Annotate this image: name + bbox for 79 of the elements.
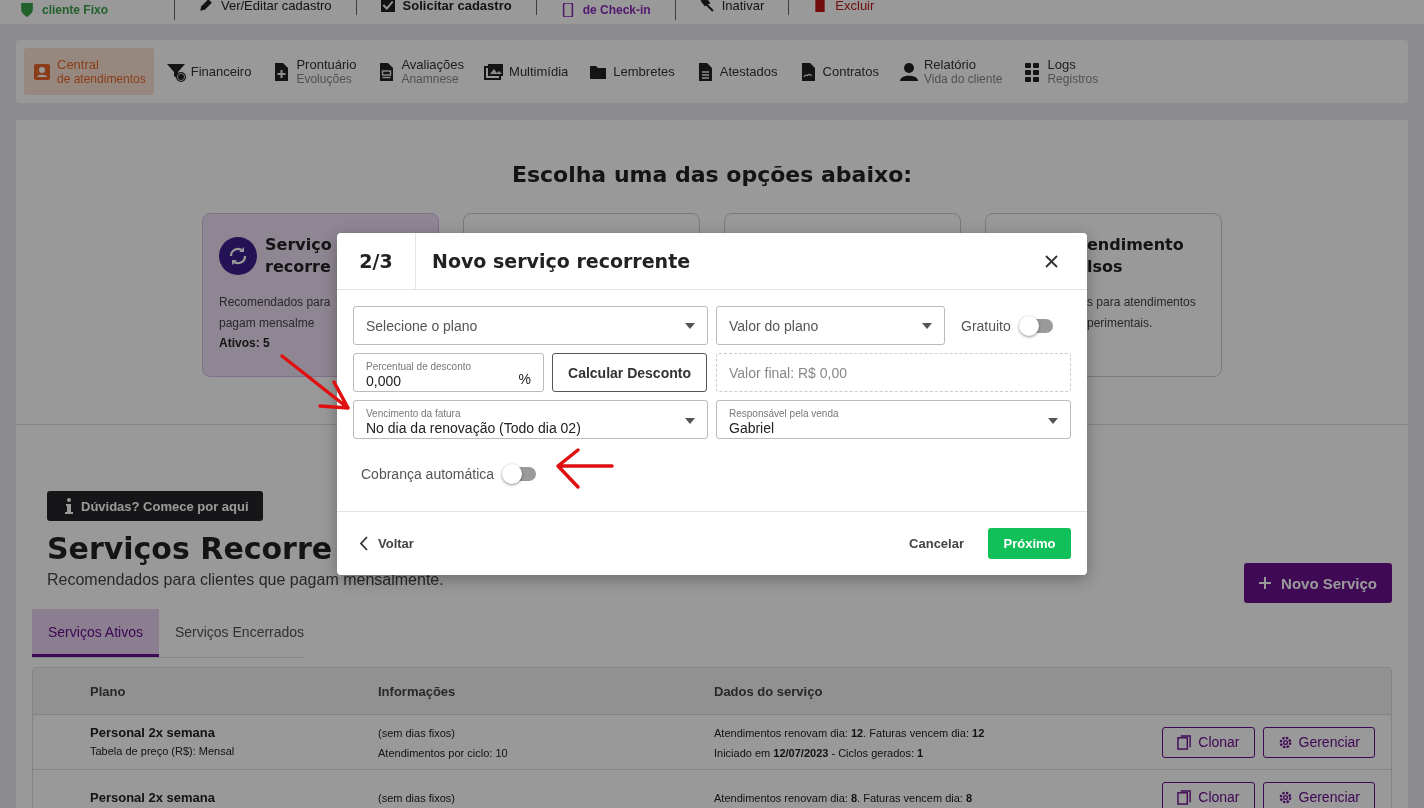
tab[interactable]: Serviços Ativos bbox=[32, 609, 159, 657]
nav-tab[interactable]: Relatório Vida do cliente bbox=[890, 48, 1011, 95]
nav-tab[interactable]: Atestados bbox=[686, 48, 786, 95]
sync-icon bbox=[219, 237, 257, 275]
cancel-button[interactable]: Cancelar bbox=[903, 535, 970, 552]
top-action-link[interactable]: de Check-in bbox=[582, 3, 651, 17]
gear-icon bbox=[1277, 789, 1293, 805]
discount-field[interactable]: Percentual de desconto 0,000 % bbox=[353, 353, 544, 392]
top-action-link[interactable]: Solicitar cadastro bbox=[402, 0, 512, 13]
trash-icon bbox=[813, 0, 828, 12]
info-line: (sem dias fixos) bbox=[378, 791, 457, 806]
manage-button[interactable]: Gerenciar bbox=[1262, 726, 1375, 758]
nav-tab[interactable]: Financeiro bbox=[157, 48, 260, 95]
service-data-line: Iniciado em 12/07/2023 - Ciclos gerados: 1 bbox=[714, 746, 925, 761]
toggle-switch[interactable] bbox=[504, 467, 537, 481]
annotation-arrow bbox=[556, 448, 614, 489]
plan-select[interactable]: Selecione o plano bbox=[353, 306, 708, 345]
card-description: s para atendimentos perimentais. bbox=[1087, 294, 1196, 332]
info-line: Atendimentos por ciclo: 10 bbox=[378, 746, 509, 761]
service-data-line: Atendimentos renovam dia: 8. Faturas vencem dia: 8 bbox=[714, 791, 974, 806]
copy-icon bbox=[1177, 734, 1193, 750]
due-date-select[interactable]: Vencimento da fatura No dia da renovação (Todo dia 02) bbox=[353, 400, 708, 439]
active-count: Ativos: 5 bbox=[219, 336, 271, 350]
caret-icon bbox=[685, 322, 695, 329]
options-heading: Escolha uma das opções abaixo: bbox=[510, 161, 914, 187]
top-action-link[interactable]: Excluir bbox=[835, 0, 875, 13]
nav-tab[interactable]: Multimídia bbox=[476, 48, 577, 95]
person-icon bbox=[898, 61, 919, 82]
caret-icon bbox=[685, 417, 695, 424]
nav-tab[interactable]: Avaliações Anamnese bbox=[368, 48, 473, 95]
gear-icon bbox=[1277, 734, 1293, 750]
clone-button[interactable]: Clonar bbox=[1162, 726, 1255, 758]
plus-icon bbox=[1259, 577, 1272, 589]
annotation-arrow bbox=[280, 354, 350, 410]
info-line: (sem dias fixos) bbox=[378, 726, 457, 741]
section-title: Serviços Recorre bbox=[47, 531, 333, 567]
copy-icon bbox=[1177, 789, 1193, 805]
column-header: Informações bbox=[378, 683, 457, 699]
price-table: Tabela de preço (R$): Mensal bbox=[90, 741, 378, 760]
help-button[interactable]: Dúvidas? Comece por aqui bbox=[47, 491, 263, 521]
manage-button[interactable]: Gerenciar bbox=[1262, 781, 1375, 808]
images-icon bbox=[484, 61, 505, 82]
clone-button[interactable]: Clonar bbox=[1162, 781, 1255, 808]
toggle-switch[interactable] bbox=[1020, 318, 1053, 333]
service-data-line: Atendimentos renovam dia: 12. Faturas vencem dia: 12 bbox=[714, 726, 986, 741]
gavel-icon bbox=[699, 0, 714, 12]
card-title: Serviço recorre bbox=[265, 234, 332, 278]
contact-card-icon bbox=[32, 61, 52, 82]
seller-select[interactable]: Responsável pela venda Gabriel bbox=[716, 400, 1071, 439]
funnel-money-icon bbox=[165, 61, 186, 82]
phone-icon bbox=[560, 3, 575, 17]
top-action-link[interactable]: Inativar bbox=[721, 0, 765, 13]
plan-name: Personal 2x semana bbox=[90, 724, 217, 740]
caret-icon bbox=[1048, 417, 1058, 424]
close-icon bbox=[1044, 254, 1058, 268]
shield-icon bbox=[20, 3, 34, 17]
new-service-button[interactable]: Novo Serviço bbox=[1244, 563, 1392, 603]
calculate-discount-button[interactable]: Calcular Desconto bbox=[552, 353, 707, 392]
step-indicator: 2/3 bbox=[337, 233, 416, 289]
caret-icon bbox=[922, 322, 932, 329]
nav-tab[interactable]: Contratos bbox=[789, 48, 887, 95]
final-value-field: Valor final: R$ 0,00 bbox=[716, 353, 1071, 392]
plan-value-select[interactable]: Valor do plano bbox=[716, 306, 945, 345]
tab[interactable]: Serviços Encerrados bbox=[158, 609, 321, 657]
back-button[interactable]: Voltar bbox=[359, 536, 414, 551]
toggle-label: Cobrança automática bbox=[361, 466, 495, 482]
info-icon bbox=[65, 498, 73, 514]
card-title: endimento lsos bbox=[1087, 234, 1184, 278]
pencil-icon bbox=[199, 0, 213, 12]
nav-tab[interactable]: Prontuário Evoluções bbox=[263, 48, 365, 95]
top-action-link[interactable]: Ver/Editar cadastro bbox=[221, 0, 332, 13]
nav-tab[interactable]: Logs Registros bbox=[1014, 48, 1107, 95]
nav-tab[interactable]: Lembretes bbox=[580, 48, 683, 95]
column-header: Plano bbox=[89, 683, 127, 699]
chevron-left-icon bbox=[359, 536, 368, 551]
plan-name: Personal 2x semana bbox=[90, 789, 217, 805]
card-description: Recomendados para pagam mensalme bbox=[219, 294, 331, 332]
section-subtitle: Recomendados para clientes que pagam mensalmente. bbox=[47, 571, 444, 589]
column-header: Dados do serviço bbox=[714, 683, 824, 699]
